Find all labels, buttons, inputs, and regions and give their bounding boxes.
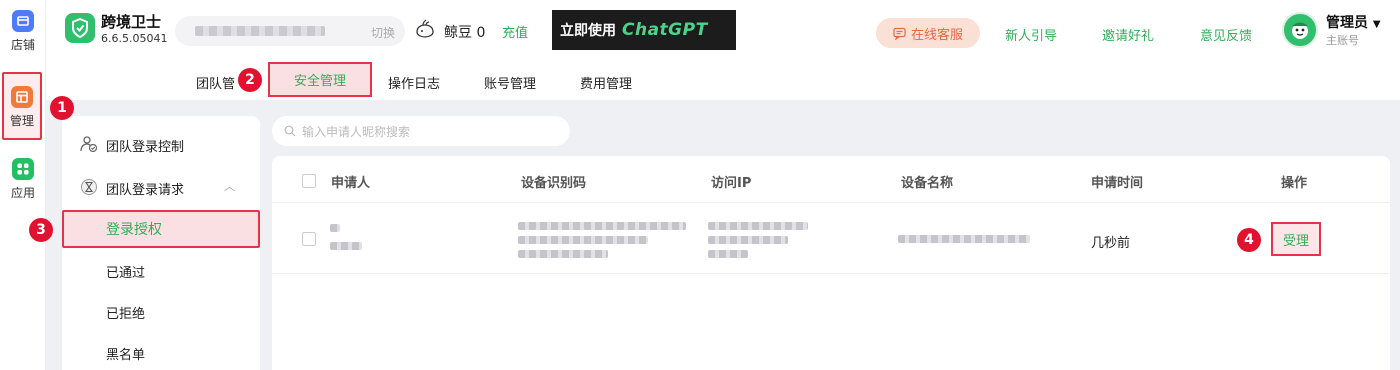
step-marker-4: 4 bbox=[1237, 228, 1261, 252]
ip-redacted bbox=[708, 222, 808, 230]
rail-item-store[interactable]: 店铺 bbox=[0, 10, 46, 53]
side-item-rejected[interactable]: 已拒绝 bbox=[106, 303, 145, 322]
admin-name-text: 管理员 bbox=[1326, 15, 1368, 31]
chevron-up-icon[interactable]: ︿ bbox=[224, 178, 235, 194]
store-icon bbox=[12, 10, 34, 32]
accept-button[interactable]: 受理 bbox=[1271, 222, 1321, 256]
hourglass-icon bbox=[81, 179, 97, 195]
header-divider bbox=[272, 202, 1390, 203]
rail-item-apps[interactable]: 应用 bbox=[0, 158, 46, 201]
beans-balance: 鲸豆 0 bbox=[444, 25, 486, 41]
tab-fees[interactable]: 费用管理 bbox=[580, 73, 632, 92]
ip-redacted bbox=[708, 250, 748, 258]
side-item-login-authorize[interactable]: 登录授权 bbox=[62, 210, 260, 248]
apps-icon bbox=[12, 158, 34, 180]
whale-icon bbox=[416, 19, 434, 38]
device-name-redacted bbox=[898, 235, 1030, 243]
ip-redacted bbox=[708, 236, 788, 244]
admin-name[interactable]: 管理员 ▼ bbox=[1326, 12, 1381, 32]
management-icon bbox=[11, 86, 33, 108]
side-item-login-request[interactable]: 团队登录请求 bbox=[106, 179, 184, 198]
admin-role: 主账号 bbox=[1326, 34, 1359, 47]
app-logo-icon bbox=[65, 13, 95, 43]
caret-down-icon: ▼ bbox=[1372, 19, 1381, 30]
step-marker-3: 3 bbox=[29, 218, 53, 242]
header-device-name: 设备名称 bbox=[901, 176, 954, 191]
rail-item-management[interactable]: 管理 bbox=[2, 72, 42, 140]
rail-label-store: 店铺 bbox=[10, 38, 35, 52]
account-switcher[interactable]: 切换 bbox=[175, 16, 405, 46]
header-device-id: 设备识别码 bbox=[521, 176, 587, 191]
feedback-link[interactable]: 意见反馈 bbox=[1200, 25, 1252, 44]
side-item-login-control[interactable]: 团队登录控制 bbox=[106, 136, 184, 155]
newbie-guide-link[interactable]: 新人引导 bbox=[1005, 25, 1057, 44]
recharge-link[interactable]: 充值 bbox=[502, 22, 528, 41]
header-ip: 访问IP bbox=[711, 176, 752, 191]
online-service-label: 在线客服 bbox=[910, 27, 963, 43]
avatar[interactable] bbox=[1282, 12, 1318, 48]
device-id-redacted bbox=[518, 250, 608, 258]
tab-operation-log[interactable]: 操作日志 bbox=[388, 73, 440, 92]
app-name: 跨境卫士 bbox=[101, 13, 162, 31]
chatgpt-banner[interactable]: 立即使用 ChatGPT bbox=[552, 10, 736, 50]
step-marker-1: 1 bbox=[50, 96, 74, 120]
account-name-redacted bbox=[195, 26, 325, 36]
search-input[interactable]: 输入申请人昵称搜索 bbox=[272, 116, 570, 146]
rail-label-management: 管理 bbox=[9, 114, 34, 128]
step-marker-2: 2 bbox=[238, 68, 262, 92]
search-icon bbox=[284, 125, 296, 137]
side-item-passed[interactable]: 已通过 bbox=[106, 262, 145, 281]
applicant-redacted bbox=[330, 224, 340, 232]
row-checkbox[interactable] bbox=[302, 232, 316, 246]
header-request-time: 申请时间 bbox=[1091, 176, 1144, 191]
select-all-checkbox[interactable] bbox=[302, 174, 316, 188]
left-rail: 店铺 管理 应用 bbox=[0, 0, 46, 370]
applicant-redacted bbox=[330, 242, 362, 250]
row-divider bbox=[272, 273, 1390, 274]
side-item-blacklist[interactable]: 黑名单 bbox=[106, 344, 145, 363]
tab-account[interactable]: 账号管理 bbox=[484, 73, 536, 92]
banner-brand: ChatGPT bbox=[622, 20, 708, 40]
tab-security[interactable]: 安全管理 bbox=[268, 62, 372, 97]
switch-account-label[interactable]: 切换 bbox=[371, 24, 395, 41]
header-applicant: 申请人 bbox=[331, 176, 371, 191]
app-version: 6.6.5.05041 bbox=[101, 32, 168, 45]
invite-link[interactable]: 邀请好礼 bbox=[1102, 25, 1154, 44]
requests-table: 申请人 设备识别码 访问IP 设备名称 申请时间 操作 几秒前 受理 bbox=[272, 156, 1390, 370]
device-id-redacted bbox=[518, 236, 648, 244]
user-shield-icon bbox=[80, 136, 98, 153]
search-placeholder: 输入申请人昵称搜索 bbox=[302, 124, 411, 139]
device-id-redacted bbox=[518, 222, 686, 230]
header-action: 操作 bbox=[1281, 176, 1308, 191]
banner-text: 立即使用 bbox=[560, 23, 616, 39]
request-time: 几秒前 bbox=[1091, 236, 1131, 251]
chat-icon bbox=[893, 27, 906, 40]
tab-team[interactable]: 团队管 bbox=[196, 73, 235, 92]
online-service-button[interactable]: 在线客服 bbox=[876, 18, 980, 48]
rail-label-apps: 应用 bbox=[10, 186, 35, 200]
